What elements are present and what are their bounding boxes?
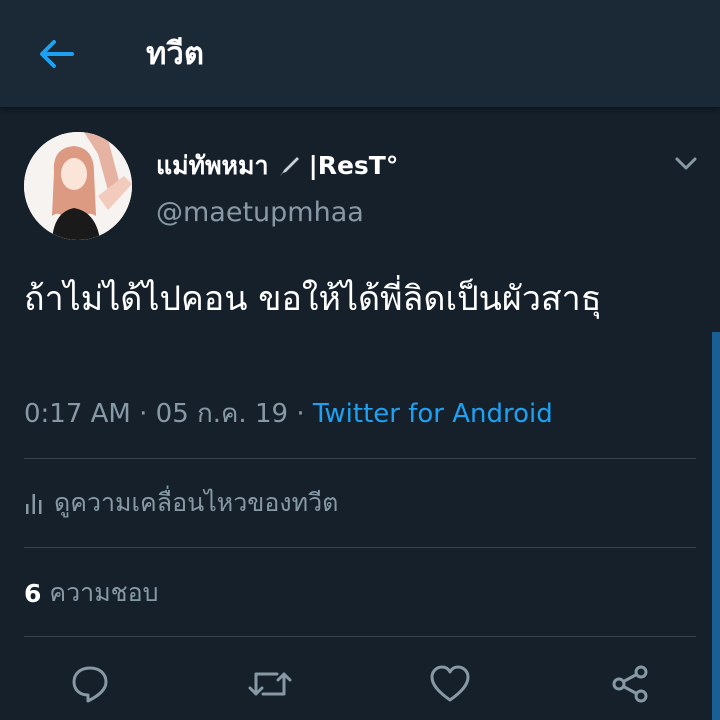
chevron-down-icon: [675, 157, 697, 170]
divider: [24, 458, 696, 459]
tweet-time: 0:17 AM: [24, 399, 131, 429]
tweet-source-link[interactable]: Twitter for Android: [313, 399, 553, 429]
likes-summary[interactable]: 6 ความชอบ: [24, 572, 159, 614]
share-icon: [612, 665, 648, 703]
retweet-button[interactable]: [246, 660, 294, 708]
tweet-text: ถ้าไม่ได้ไปคอน ขอให้ได้พี่ลิดเป็นผัวสาธุ: [24, 279, 602, 319]
meta-separator: ·: [296, 399, 305, 429]
like-button[interactable]: [426, 660, 474, 708]
divider: [24, 547, 696, 548]
author-name-suffix: |ResT°: [308, 151, 399, 180]
arrow-left-icon: [40, 40, 74, 68]
heart-icon: [430, 665, 470, 702]
back-button[interactable]: [28, 30, 84, 78]
likes-label: ความชอบ: [49, 578, 159, 607]
share-button[interactable]: [606, 660, 654, 708]
speech-bubble-icon: [72, 666, 108, 703]
tweet-activity-label: ดูความเคลื่อนไหวของทวีต: [54, 488, 339, 517]
likes-count: 6: [24, 578, 42, 608]
author-handle[interactable]: @maetupmhaa: [156, 194, 364, 232]
avatar-image: [24, 132, 132, 240]
tweet-date: 05 ก.ค. 19: [155, 399, 289, 429]
author-display-name[interactable]: แม่ทัพหมา |ResT°: [156, 146, 398, 186]
bar-chart-icon: [26, 494, 42, 514]
retweet-icon: [248, 672, 292, 696]
top-bar: ทวีต: [0, 0, 720, 108]
scrollbar[interactable]: [712, 332, 720, 720]
tweet-options-button[interactable]: [668, 146, 704, 182]
author-name-text: แม่ทัพหมา: [156, 151, 269, 180]
tweet-activity-link[interactable]: ดูความเคลื่อนไหวของทวีต: [24, 482, 338, 524]
reply-button[interactable]: [66, 660, 114, 708]
fountain-pen-icon: [275, 152, 303, 180]
meta-separator: ·: [139, 399, 148, 429]
divider: [24, 636, 696, 637]
tweet-meta: 0:17 AM · 05 ก.ค. 19 · Twitter for Andro…: [24, 394, 553, 434]
avatar[interactable]: [24, 132, 132, 240]
page-title: ทวีต: [146, 36, 204, 72]
